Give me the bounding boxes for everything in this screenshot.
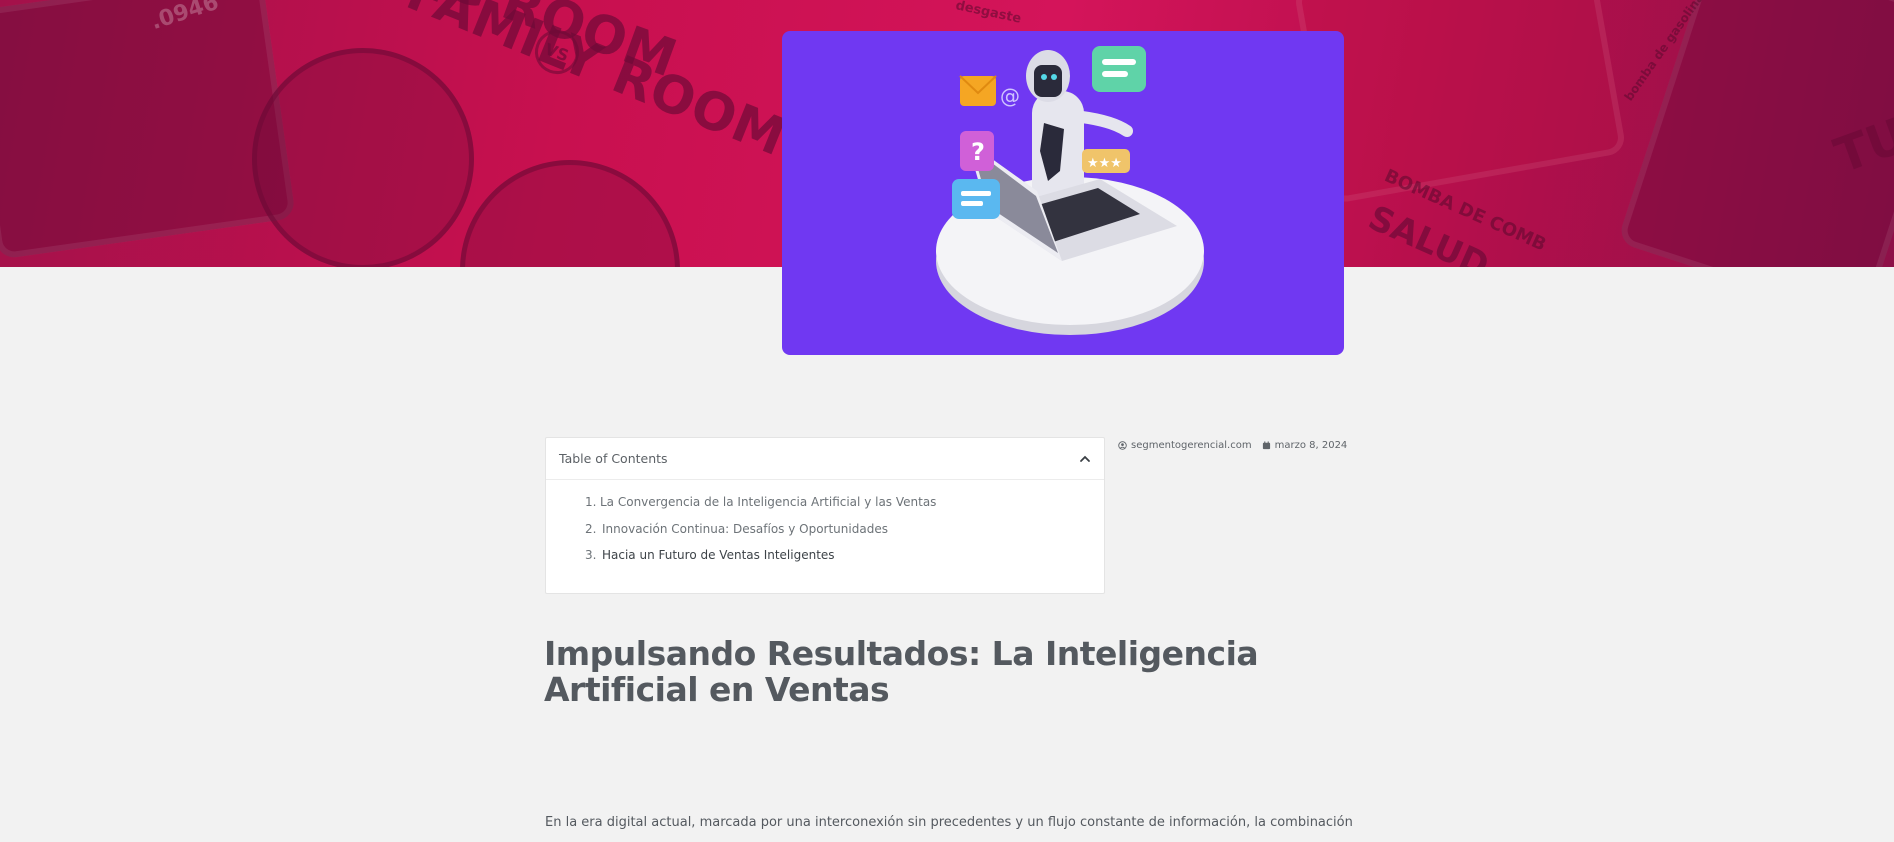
calendar-icon <box>1262 441 1270 450</box>
post-author-name: segmentogerencial.com <box>1131 440 1252 451</box>
post-date: marzo 8, 2024 <box>1262 440 1348 451</box>
featured-image: ? @ ★★★ <box>782 31 1344 355</box>
toc-link-innovacion[interactable]: Innovación Continua: Desafíos y Oportuni… <box>602 520 888 547</box>
svg-text:?: ? <box>971 138 985 166</box>
post-meta: segmentogerencial.com marzo 8, 2024 <box>1118 440 1347 451</box>
article-paragraph: En la era digital actual, marcada por un… <box>545 815 1353 830</box>
ai-robot-laptop-illustration: ? @ ★★★ <box>936 46 1204 335</box>
hero-desgaste-text: desgaste <box>954 0 1023 27</box>
toc-link-futuro[interactable]: Hacia un Futuro de Ventas Inteligentes <box>602 546 835 573</box>
chevron-up-icon[interactable] <box>1078 452 1092 466</box>
toc-item-number: 3. <box>585 548 597 562</box>
toc-item-number: 2. <box>585 521 597 536</box>
toc-list: 1. La Convergencia de la Inteligencia Ar… <box>546 480 1104 573</box>
svg-text:★★★: ★★★ <box>1087 156 1122 171</box>
user-circle-icon <box>1118 441 1127 450</box>
post-date-text: marzo 8, 2024 <box>1274 440 1348 451</box>
toc-item: 3. Hacia un Futuro de Ventas Inteligente… <box>585 546 1104 573</box>
toc-title: Table of Contents <box>559 451 668 466</box>
article-title: Impulsando Resultados: La Inteligencia A… <box>544 634 1259 709</box>
svg-text:@: @ <box>1000 84 1020 108</box>
toc-item: 2. Innovación Continua: Desafíos y Oport… <box>585 520 1104 547</box>
hero-poster-left <box>0 0 296 260</box>
post-author[interactable]: segmentogerencial.com <box>1118 440 1252 451</box>
toc-link-convergencia[interactable]: La Convergencia de la Inteligencia Artif… <box>600 493 936 520</box>
toc-item-number: 1. <box>585 495 597 509</box>
hero-circle-right <box>460 160 680 267</box>
toc-header[interactable]: Table of Contents <box>546 438 1104 480</box>
table-of-contents: Table of Contents 1. La Convergencia de … <box>545 437 1105 594</box>
toc-item: 1. La Convergencia de la Inteligencia Ar… <box>585 493 1104 520</box>
hero-circle-left <box>252 48 474 267</box>
